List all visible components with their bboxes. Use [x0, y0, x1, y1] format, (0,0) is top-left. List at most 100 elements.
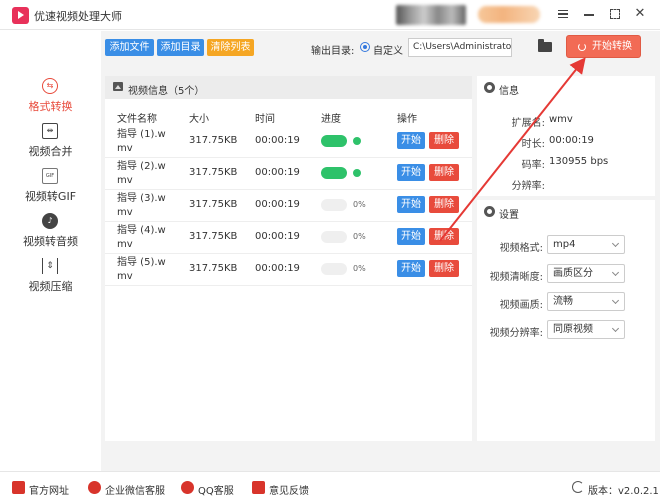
close-icon: ✕: [634, 6, 646, 21]
output-path-input[interactable]: C:\Users\Administrator\: [408, 38, 512, 57]
output-dir-label: 输出目录:: [311, 46, 355, 57]
gear-icon: [484, 82, 495, 93]
row-delete-button[interactable]: 删除: [429, 132, 459, 149]
info-title: 信息: [499, 86, 519, 97]
column-header-name: 文件名称: [117, 114, 157, 125]
start-convert-label: 开始转换: [592, 41, 632, 52]
sidebar-item-video-merge[interactable]: ⇹ 视频合并: [0, 123, 101, 167]
file-size: 317.75KB: [189, 263, 238, 274]
image-icon: [113, 82, 123, 91]
footer: 官方网址 企业微信客服 QQ客服 意见反馈 版本：v2.0.2.1: [0, 471, 660, 502]
qq-label: QQ客服: [198, 486, 234, 497]
qq-icon: [181, 481, 194, 494]
file-list-title: 视频信息（5个）: [128, 86, 205, 97]
file-name: 指导 (1).wmv: [117, 129, 166, 154]
video-resolution-select[interactable]: 同原视频: [547, 320, 625, 339]
video-clarity-select[interactable]: 画质区分: [547, 264, 625, 283]
progress-text: 0%: [353, 200, 366, 209]
progress-bar: [321, 135, 347, 147]
settings-panel: 设置 视频格式: mp4 视频清晰度: 画质区分 视频画质: 流畅 视频分辨率:…: [477, 200, 655, 441]
file-size: 317.75KB: [189, 199, 238, 210]
add-folder-button[interactable]: 添加目录: [157, 39, 204, 56]
info-label-bitrate: 码率:: [521, 160, 545, 171]
select-value: 流畅: [553, 296, 573, 307]
maximize-icon: [610, 9, 620, 19]
column-header-size: 大小: [189, 114, 209, 125]
menu-icon: [558, 10, 568, 18]
close-button[interactable]: ✕: [630, 4, 650, 24]
table-row[interactable]: 指导 (4).wmv 317.75KB 00:00:19 0% 开始 删除: [105, 222, 472, 254]
chevron-down-icon: [611, 296, 620, 305]
row-delete-button[interactable]: 删除: [429, 164, 459, 181]
file-duration: 00:00:19: [255, 231, 300, 242]
sidebar: ⇆ 格式转换 ⇹ 视频合并 GIF 视频转GIF ♪ 视频转音频 ⇕ 视频压缩: [0, 31, 101, 471]
refresh-icon[interactable]: [572, 481, 584, 493]
minimize-button[interactable]: [579, 4, 599, 24]
row-start-button[interactable]: 开始: [397, 164, 425, 181]
info-value-extension: wmv: [549, 114, 573, 125]
maximize-button[interactable]: [605, 4, 625, 24]
column-header-time: 时间: [255, 114, 275, 125]
progress-text: 0%: [353, 232, 366, 241]
row-delete-button[interactable]: 删除: [429, 260, 459, 277]
user-avatar-blurred[interactable]: [396, 5, 466, 25]
app-logo-icon: [12, 7, 29, 24]
file-list-header: 视频信息（5个）: [105, 76, 472, 99]
info-label-duration: 时长:: [521, 139, 545, 150]
add-file-button[interactable]: 添加文件: [105, 39, 154, 56]
version-label: 版本：v2.0.2.1: [588, 486, 659, 497]
row-start-button[interactable]: 开始: [397, 196, 425, 213]
row-start-button[interactable]: 开始: [397, 228, 425, 245]
setting-label-resolution: 视频分辨率:: [489, 328, 543, 339]
setting-label-clarity: 视频清晰度:: [489, 272, 543, 283]
row-delete-button[interactable]: 删除: [429, 228, 459, 245]
app-title: 优速视频处理大师: [34, 10, 122, 23]
custom-radio[interactable]: [360, 42, 370, 52]
table-row[interactable]: 指导 (1).wmv 317.75KB 00:00:19 开始 删除: [105, 126, 472, 158]
sidebar-item-video-compress[interactable]: ⇕ 视频压缩: [0, 258, 101, 302]
file-list-panel: 视频信息（5个） 文件名称 大小 时间 进度 操作 指导 (1).wmv 317…: [105, 76, 472, 441]
sidebar-item-video-to-gif[interactable]: GIF 视频转GIF: [0, 168, 101, 212]
table-row[interactable]: 指导 (3).wmv 317.75KB 00:00:19 0% 开始 删除: [105, 190, 472, 222]
menu-button[interactable]: [553, 4, 573, 24]
file-size: 317.75KB: [189, 135, 238, 146]
info-label-extension: 扩展名:: [511, 118, 545, 129]
select-value: 画质区分: [553, 268, 593, 279]
select-value: 同原视频: [553, 324, 593, 335]
website-icon: [12, 481, 25, 494]
row-start-button[interactable]: 开始: [397, 260, 425, 277]
chevron-down-icon: [611, 239, 620, 248]
sidebar-item-label: 视频压缩: [28, 280, 73, 293]
minimize-icon: [584, 14, 594, 16]
video-format-select[interactable]: mp4: [547, 235, 625, 254]
custom-radio-label[interactable]: 自定义: [373, 42, 403, 57]
row-delete-button[interactable]: 删除: [429, 196, 459, 213]
feedback-icon: [252, 481, 265, 494]
sidebar-item-label: 格式转换: [28, 100, 73, 113]
file-duration: 00:00:19: [255, 135, 300, 146]
folder-icon[interactable]: [538, 39, 552, 52]
sidebar-item-label: 视频转音频: [23, 235, 78, 248]
main-area: 添加文件 添加目录 清除列表 输出目录: 自定义 C:\Users\Admini…: [101, 31, 660, 471]
feedback-label: 意见反馈: [269, 486, 309, 497]
wechat-label: 企业微信客服: [105, 486, 165, 497]
file-size: 317.75KB: [189, 167, 238, 178]
table-row[interactable]: 指导 (5).wmv 317.75KB 00:00:19 0% 开始 删除: [105, 254, 472, 286]
clear-list-button[interactable]: 清除列表: [207, 39, 254, 56]
file-name: 指导 (2).wmv: [117, 161, 166, 186]
video-quality-select[interactable]: 流畅: [547, 292, 625, 311]
column-header-progress: 进度: [321, 114, 341, 125]
progress-text: 0%: [353, 264, 366, 273]
file-name: 指导 (4).wmv: [117, 225, 166, 250]
row-start-button[interactable]: 开始: [397, 132, 425, 149]
done-indicator-icon: [353, 137, 361, 145]
sidebar-item-format-convert[interactable]: ⇆ 格式转换: [0, 78, 101, 122]
website-label: 官方网址: [29, 486, 69, 497]
vip-badge-blurred[interactable]: [478, 6, 540, 23]
wechat-icon: [88, 481, 101, 494]
loading-icon: [578, 43, 586, 51]
start-convert-button[interactable]: 开始转换: [566, 35, 641, 58]
table-row[interactable]: 指导 (2).wmv 317.75KB 00:00:19 开始 删除: [105, 158, 472, 190]
sidebar-item-video-to-audio[interactable]: ♪ 视频转音频: [0, 213, 101, 257]
sidebar-item-label: 视频转GIF: [24, 190, 77, 203]
